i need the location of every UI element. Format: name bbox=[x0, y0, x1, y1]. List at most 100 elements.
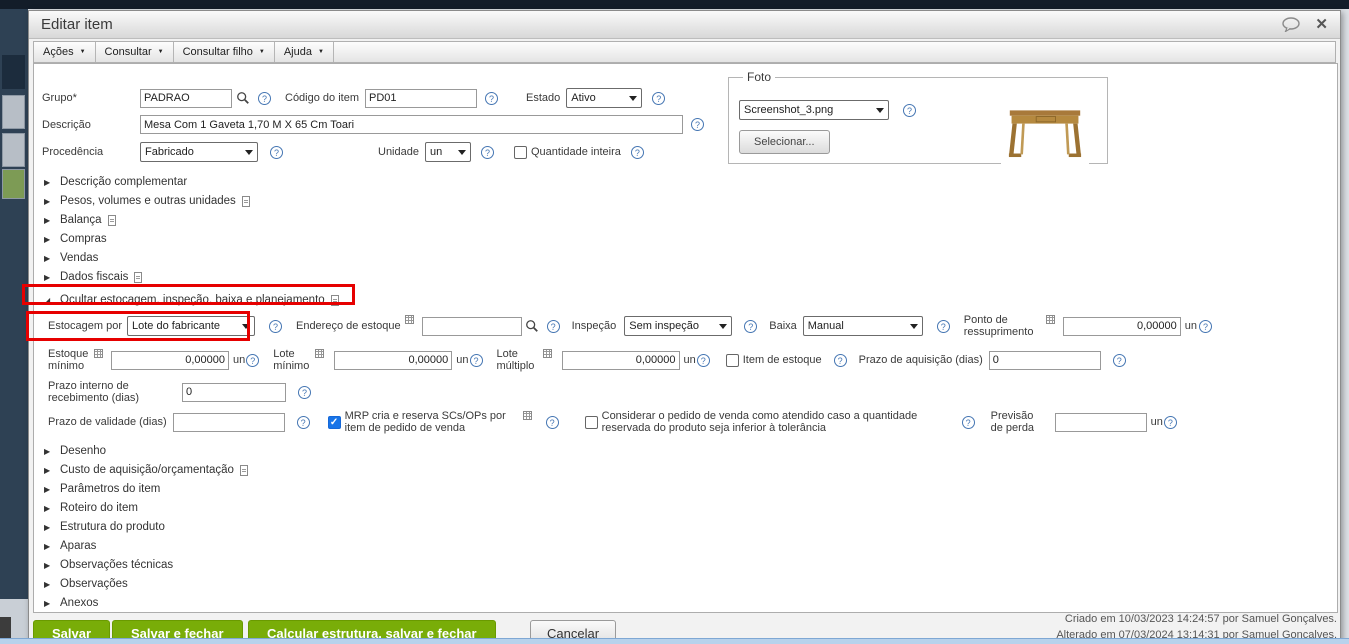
help-icon[interactable] bbox=[903, 103, 916, 117]
help-icon[interactable] bbox=[630, 145, 644, 159]
background-toolbar-button bbox=[2, 95, 25, 129]
help-icon[interactable] bbox=[961, 415, 975, 429]
grid-lookup-icon[interactable] bbox=[542, 349, 552, 358]
lote-multiplo-label: Lote múltiplo bbox=[496, 348, 535, 372]
section-anexos[interactable]: Anexos bbox=[44, 595, 98, 611]
section-descricao-complementar[interactable]: Descrição complementar bbox=[44, 174, 187, 190]
mrp-checkbox[interactable] bbox=[327, 415, 341, 429]
section-ocultar-estocagem[interactable]: Ocultar estocagem, inspeção, baixa e pla… bbox=[44, 292, 339, 308]
section-compras[interactable]: Compras bbox=[44, 231, 107, 247]
search-icon[interactable] bbox=[236, 91, 250, 105]
background-toolbar-button bbox=[2, 169, 25, 199]
previsao-perda-label: Previsão de perda bbox=[990, 410, 1035, 434]
prazo-validade-input[interactable] bbox=[172, 412, 285, 432]
grupo-input[interactable] bbox=[140, 88, 232, 108]
un-suffix: un bbox=[683, 354, 696, 366]
section-dados-fiscais[interactable]: Dados fiscais bbox=[44, 269, 143, 285]
search-icon[interactable] bbox=[525, 319, 539, 333]
considerar-pedido-checkbox[interactable] bbox=[584, 415, 598, 429]
help-icon[interactable] bbox=[268, 319, 282, 333]
collapsed-arrow-icon bbox=[44, 447, 54, 456]
section-desenho[interactable]: Desenho bbox=[44, 443, 106, 459]
background-toolbar-button bbox=[2, 133, 25, 167]
help-icon[interactable] bbox=[546, 319, 560, 333]
quantidade-inteira-label: Quantidade inteira bbox=[530, 146, 621, 158]
collapsed-arrow-icon bbox=[44, 580, 54, 589]
comment-bubble-icon[interactable] bbox=[1281, 17, 1301, 32]
close-icon[interactable]: ✕ bbox=[1315, 17, 1328, 32]
help-icon[interactable] bbox=[1163, 415, 1177, 429]
section-observacoes-tecnicas[interactable]: Observações técnicas bbox=[44, 557, 173, 573]
help-icon[interactable] bbox=[246, 353, 260, 367]
help-icon[interactable] bbox=[1199, 319, 1213, 333]
grid-lookup-icon[interactable] bbox=[1045, 315, 1055, 324]
section-vendas[interactable]: Vendas bbox=[44, 250, 98, 266]
grupo-label: Grupo* bbox=[42, 92, 77, 104]
menu-ajuda[interactable]: Ajuda bbox=[275, 42, 334, 62]
section-balanca[interactable]: Balança bbox=[44, 212, 116, 228]
menu-consultar-filho[interactable]: Consultar filho bbox=[174, 42, 275, 62]
document-icon bbox=[134, 271, 143, 283]
section-aparas[interactable]: Aparas bbox=[44, 538, 96, 554]
help-icon[interactable] bbox=[691, 118, 704, 131]
foto-file-select[interactable]: Screenshot_3.png bbox=[739, 100, 889, 120]
help-icon[interactable] bbox=[270, 145, 283, 159]
procedencia-select[interactable]: Fabricado bbox=[140, 142, 258, 162]
previsao-perda-input[interactable] bbox=[1054, 412, 1147, 432]
section-parametros-item[interactable]: Parâmetros do item bbox=[44, 481, 160, 497]
help-icon[interactable] bbox=[545, 415, 559, 429]
collapsed-arrow-icon bbox=[44, 485, 54, 494]
section-roteiro-item[interactable]: Roteiro do item bbox=[44, 500, 138, 516]
unidade-select[interactable]: un bbox=[424, 142, 471, 162]
codigo-item-input[interactable] bbox=[365, 88, 477, 108]
background-left-toolbar bbox=[0, 9, 28, 644]
section-custo-aquisicao[interactable]: Custo de aquisição/orçamentação bbox=[44, 462, 248, 478]
help-icon[interactable] bbox=[744, 319, 758, 333]
prazo-interno-label: Prazo interno de recebimento (dias) bbox=[48, 380, 140, 404]
menu-acoes[interactable]: Ações bbox=[34, 42, 96, 62]
inspecao-select[interactable]: Sem inspeção bbox=[624, 316, 733, 336]
estado-select[interactable]: Ativo bbox=[566, 88, 643, 108]
lote-multiplo-input[interactable] bbox=[561, 350, 680, 370]
section-pesos-volumes[interactable]: Pesos, volumes e outras unidades bbox=[44, 193, 250, 209]
help-icon[interactable] bbox=[936, 319, 950, 333]
collapsed-arrow-icon bbox=[44, 235, 54, 244]
endereco-estoque-input[interactable] bbox=[421, 316, 522, 336]
estoque-minimo-input[interactable] bbox=[111, 350, 229, 370]
estoque-minimo-label: Estoque mínimo bbox=[48, 348, 89, 372]
help-icon[interactable] bbox=[652, 91, 666, 105]
descricao-label: Descrição bbox=[42, 118, 91, 131]
help-icon[interactable] bbox=[480, 145, 494, 159]
prazo-aquisicao-input[interactable] bbox=[988, 350, 1101, 370]
ponto-ressuprimento-label: Ponto de ressuprimento bbox=[963, 314, 1034, 338]
document-icon bbox=[239, 464, 248, 476]
item-de-estoque-checkbox[interactable] bbox=[725, 353, 739, 367]
baixa-select[interactable]: Manual bbox=[802, 316, 923, 336]
prazo-interno-input[interactable] bbox=[182, 382, 286, 402]
section-observacoes[interactable]: Observações bbox=[44, 576, 128, 592]
selecionar-button[interactable]: Selecionar... bbox=[739, 130, 830, 154]
grid-lookup-icon[interactable] bbox=[404, 315, 414, 324]
help-icon[interactable] bbox=[469, 353, 483, 367]
un-suffix: un bbox=[456, 354, 469, 366]
estocagem-por-select[interactable]: Lote do fabricante bbox=[126, 316, 255, 336]
grid-lookup-icon[interactable] bbox=[522, 411, 532, 420]
help-icon[interactable] bbox=[298, 385, 311, 399]
help-icon[interactable] bbox=[485, 91, 498, 105]
help-icon[interactable] bbox=[1112, 353, 1126, 367]
descricao-input[interactable] bbox=[140, 115, 683, 134]
quantidade-inteira-checkbox[interactable] bbox=[513, 145, 527, 159]
background-bottom-window-edge bbox=[0, 638, 1349, 644]
collapsed-arrow-icon bbox=[44, 523, 54, 532]
grid-lookup-icon[interactable] bbox=[315, 349, 325, 358]
help-icon[interactable] bbox=[296, 415, 310, 429]
help-icon[interactable] bbox=[696, 353, 710, 367]
grid-lookup-icon[interactable] bbox=[94, 349, 103, 358]
lote-minimo-input[interactable] bbox=[334, 350, 453, 370]
considerar-pedido-label: Considerar o pedido de venda como atendi… bbox=[601, 410, 918, 434]
menu-consultar[interactable]: Consultar bbox=[96, 42, 174, 62]
ponto-ressuprimento-input[interactable] bbox=[1062, 316, 1181, 336]
help-icon[interactable] bbox=[258, 91, 271, 105]
section-estrutura-produto[interactable]: Estrutura do produto bbox=[44, 519, 165, 535]
help-icon[interactable] bbox=[833, 353, 847, 367]
